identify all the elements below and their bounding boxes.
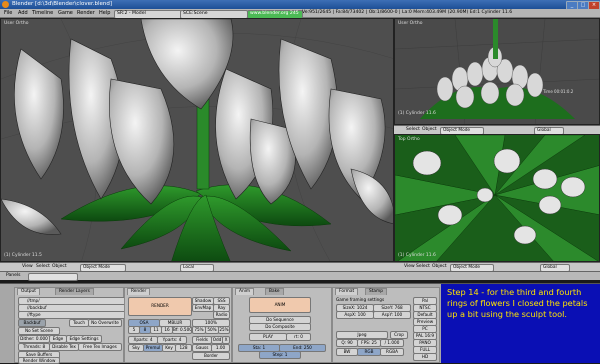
- viewport-label: Top Ortho: [398, 137, 420, 142]
- tab-render[interactable]: Render: [127, 288, 151, 295]
- preset-hd-button[interactable]: HD: [413, 353, 437, 361]
- border-toggle[interactable]: Border: [192, 352, 230, 360]
- ftype-path-field[interactable]: //ftype: [18, 311, 130, 319]
- do-composite-toggle[interactable]: Do Composite: [249, 323, 311, 331]
- disable-tex-toggle[interactable]: Disable Tex: [49, 343, 79, 351]
- window-title-bar: Blender [d:\3d\Blender\clover.blend] _ □…: [0, 0, 600, 10]
- tutorial-note-text: Step 14 - for the third and fourth rings…: [447, 287, 588, 319]
- format-panel: Format Stamp Game framing settings SizeX…: [332, 287, 440, 363]
- menu-select[interactable]: Select: [416, 264, 430, 269]
- aspy-field[interactable]: AspY: 100: [373, 311, 411, 319]
- aspx-field[interactable]: AspX: 100: [336, 311, 374, 319]
- fps-field[interactable]: FPS: 25: [357, 339, 381, 347]
- clover-overview-render: [395, 19, 599, 124]
- rgba-toggle[interactable]: RGBA: [380, 348, 404, 356]
- game-framing-label: Game framing settings: [336, 297, 385, 302]
- radio-toggle[interactable]: Radio: [213, 311, 230, 319]
- menu-object[interactable]: Object: [422, 127, 437, 132]
- file-type-selector[interactable]: Jpeg: [336, 331, 388, 339]
- threads-field[interactable]: Threads: 8: [18, 343, 50, 351]
- main-3d-viewport[interactable]: User Ortho (1) Cylinder 11.5: [0, 18, 394, 262]
- menu-select[interactable]: Select: [36, 264, 50, 269]
- tab-render-layers[interactable]: Render Layers: [55, 288, 94, 295]
- menu-file[interactable]: File: [4, 10, 12, 16]
- panels-menu[interactable]: Panels: [6, 273, 20, 278]
- top-right-viewport[interactable]: User Ortho (1) Cylinder 11.6 Time 00:01:…: [394, 18, 600, 125]
- no-set-scene-toggle[interactable]: No Set Scene: [18, 327, 60, 335]
- yparts-field[interactable]: Yparts: 4: [157, 336, 187, 344]
- bf-field[interactable]: Bf: 0.500: [172, 326, 192, 334]
- anim-button[interactable]: ANIM: [249, 297, 311, 313]
- step-field[interactable]: Step: 1: [259, 351, 301, 359]
- fps-base-field[interactable]: / 1.000: [380, 339, 404, 347]
- no-overwrite-toggle[interactable]: No Overwrite: [88, 319, 122, 327]
- render-button[interactable]: RENDER: [128, 297, 192, 316]
- x-toggle[interactable]: X: [222, 336, 230, 344]
- output-panel: Output Render Layers //tmp/ //backbuf //…: [14, 287, 130, 364]
- viewport-object-label: (1) Cylinder 11.6: [398, 253, 436, 258]
- gauss-selector[interactable]: Gauss: [192, 344, 212, 352]
- tab-output[interactable]: Output: [17, 288, 40, 295]
- edge-toggle[interactable]: Edge: [49, 335, 67, 343]
- key-toggle[interactable]: Key: [162, 344, 176, 352]
- menu-timeline[interactable]: Timeline: [32, 10, 53, 16]
- menu-object[interactable]: Object: [52, 264, 67, 269]
- tab-stamp[interactable]: Stamp: [365, 288, 387, 295]
- quality-field[interactable]: Q: 90: [336, 339, 358, 347]
- pct75-button[interactable]: 75%: [192, 326, 206, 334]
- scene-stats: Ve:951/2645 | Fa:84/73402 | Ob:1/8600-0 …: [302, 10, 513, 15]
- dither-field[interactable]: Dither: 0.000: [18, 335, 50, 343]
- crop-toggle[interactable]: Crop: [390, 331, 408, 339]
- backbuf-toggle[interactable]: Backbuf: [18, 319, 46, 327]
- buttons-window-header: Panels: [0, 271, 394, 281]
- main-viewport-header: View Select Object Object Mode Local: [0, 262, 394, 272]
- rgb-toggle[interactable]: RGB: [357, 348, 381, 356]
- premul-toggle[interactable]: Premul: [143, 344, 163, 352]
- menu-help[interactable]: Help: [99, 10, 110, 16]
- menu-game[interactable]: Game: [58, 10, 73, 16]
- viewport-object-label: (1) Cylinder 11.6: [398, 111, 436, 116]
- touch-toggle[interactable]: Touch: [69, 319, 89, 327]
- play-button[interactable]: PLAY: [249, 333, 287, 341]
- viewport-label: User Ortho: [398, 21, 423, 26]
- menu-bar: File Add Timeline Game Render Help SR:2 …: [0, 9, 600, 19]
- top-right-viewport-header: Select Object Object Mode Global: [394, 125, 600, 135]
- bottom-right-viewport-header: View Select Object Object Mode Global: [394, 262, 600, 272]
- size-field[interactable]: 128: [175, 344, 192, 352]
- rt-field[interactable]: rt: 0: [286, 333, 311, 341]
- time-label: Time 00:01:0.2: [543, 89, 574, 94]
- panel-switcher[interactable]: [28, 273, 78, 281]
- buttons-header-right: [394, 271, 600, 280]
- window-title: Blender [d:\3d\Blender\clover.blend]: [12, 1, 112, 7]
- sky-toggle[interactable]: Sky: [128, 344, 144, 352]
- pct50-button[interactable]: 50%: [205, 326, 219, 334]
- tab-anim[interactable]: Anim: [235, 288, 255, 295]
- menu-select[interactable]: Select: [406, 127, 420, 132]
- fields-toggle[interactable]: Fields: [192, 336, 212, 344]
- tutorial-note: Step 14 - for the third and fourth rings…: [441, 284, 600, 363]
- render-panel: Render RENDER Shadow SSS EnvMap Ray Radi…: [124, 287, 232, 363]
- xparts-field[interactable]: Xparts: 4: [128, 336, 158, 344]
- menu-object[interactable]: Object: [432, 264, 447, 269]
- menu-view[interactable]: View: [404, 264, 415, 269]
- tab-format[interactable]: Format: [335, 288, 359, 295]
- bottom-right-viewport[interactable]: Top Ortho (1) Cylinder 11.6: [394, 134, 600, 262]
- menu-render[interactable]: Render: [77, 10, 95, 16]
- free-tex-images-toggle[interactable]: Free Tex Images: [78, 343, 122, 351]
- edge-settings-button[interactable]: Edge Settings: [66, 335, 102, 343]
- menu-view[interactable]: View: [22, 264, 33, 269]
- blender-logo-icon: [2, 1, 9, 8]
- anim-panel: Anim Bake ANIM Do Sequence Do Composite …: [232, 287, 332, 363]
- clover-flower-render: [1, 19, 393, 261]
- viewport-object-label: (1) Cylinder 11.5: [4, 253, 42, 258]
- clover-top-view-render: [395, 135, 599, 261]
- envmap-toggle[interactable]: EnvMap: [192, 304, 214, 312]
- bw-toggle[interactable]: BW: [336, 348, 358, 356]
- pct25-button[interactable]: 25%: [218, 326, 230, 334]
- viewport-label: User Ortho: [4, 21, 29, 26]
- menu-add[interactable]: Add: [18, 10, 28, 16]
- tab-bake[interactable]: Bake: [265, 288, 284, 295]
- gauss-value-field[interactable]: 1.00: [211, 344, 230, 352]
